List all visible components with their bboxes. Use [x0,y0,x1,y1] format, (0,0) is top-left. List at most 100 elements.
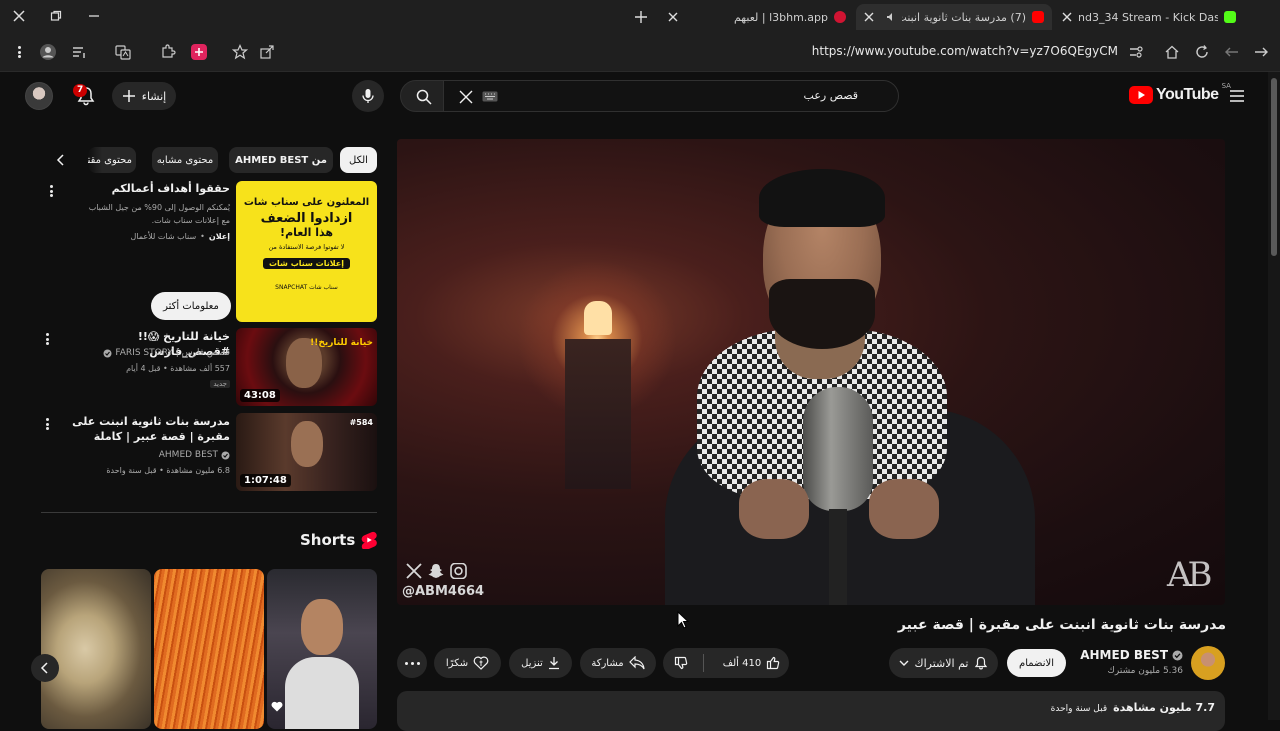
thanks-button[interactable]: شكرًا [434,648,501,678]
description-meta: 7.7 مليون مشاهدة قبل سنة واحدة [1051,701,1215,714]
tab-close-icon[interactable] [864,12,874,22]
tab-title: (7) مدرسة بنات ثانوية انبنت c [902,10,1026,24]
chip-suggested[interactable]: محتوى مقتر [88,147,136,173]
new-tab-icon[interactable] [634,10,648,24]
thumb-overlay-text: #584 [349,418,373,427]
ad-thumb-line5: إعلانات سناب شات [263,258,350,269]
youtube-favicon [1032,11,1044,23]
chip-similar[interactable]: محتوى مشابه [152,147,218,173]
create-label: إنشاء [141,89,167,103]
thumb-face [291,421,323,467]
join-button[interactable]: الانضمام [1007,649,1066,677]
channel-name-row[interactable]: AHMED BEST [1080,648,1183,662]
related-thumbnail-2[interactable]: #584 1:07:48 [236,413,377,491]
ad-badge: إعلان [208,232,230,241]
tab-l3bhm[interactable]: l3bhm.app | لعبهم [662,4,852,30]
chip-all[interactable]: الكل [340,147,377,173]
dislike-icon[interactable] [664,656,698,670]
shorts-icon [361,531,378,549]
scrollbar-thumb[interactable] [1271,78,1277,256]
shorts-scroll-left-button[interactable] [31,654,59,682]
lamp-base [565,339,631,489]
keyboard-icon[interactable] [482,91,498,102]
search-input[interactable]: قصص رعب [443,80,899,112]
verified-icon [103,349,112,358]
thumb-body [285,657,359,729]
share-page-icon[interactable] [259,44,275,60]
chips-scroll-left-icon[interactable] [55,153,67,167]
related-thumbnail-1[interactable]: خيانة للتاريخ!! 43:08 [236,328,377,406]
ad-description: يُمكنكم الوصول إلى 90% من جيل الشباب مع … [88,203,230,225]
tab-youtube-active[interactable]: (7) مدرسة بنات ثانوية انبنت c [856,4,1052,30]
youtube-logo[interactable]: YouTube SA [1129,82,1231,104]
shorts-heading: Shorts [300,531,378,549]
forward-icon[interactable] [1224,44,1240,60]
related-2-title[interactable]: مدرسة بنات ثانوية انبنت على مقبرة | قصة … [65,414,230,444]
lamp [584,301,612,335]
tab-close-icon[interactable] [1062,12,1072,22]
reading-mode-icon[interactable] [71,44,87,60]
url-field[interactable]: https://www.youtube.com/watch?v=yz7O6QEg… [812,44,1118,58]
extensions-icon[interactable] [160,44,176,60]
translate-icon[interactable] [115,44,131,60]
share-button[interactable]: مشاركة [580,648,656,678]
short-thumbnail-1[interactable] [41,569,151,729]
channel-avatar[interactable] [1191,646,1225,680]
video-player[interactable]: @ABM4664 AB [397,139,1225,605]
more-actions-button[interactable] [397,648,427,678]
short-thumbnail-2[interactable] [154,569,264,729]
back-icon[interactable] [1253,44,1269,60]
microphone [803,387,873,511]
tab-close-icon[interactable] [668,12,678,22]
description-box[interactable]: 7.7 مليون مشاهدة قبل سنة واحدة [397,691,1225,731]
search-button[interactable] [400,80,444,112]
subscriber-count: 5.36 مليون مشترك [1107,666,1184,676]
minimize-window-icon[interactable] [88,10,100,22]
chevron-left-icon [40,662,50,674]
short-thumbnail-3[interactable] [267,569,377,729]
search-query: قصص رعب [803,89,858,102]
browser-menu-icon[interactable] [12,44,26,60]
youtube-logo-text: YouTube [1156,86,1219,103]
close-window-icon[interactable] [12,9,26,23]
ad-title[interactable]: حققوا أهداف أعمالكم [70,181,230,196]
download-button[interactable]: تنزيل [509,648,572,678]
like-icon[interactable] [766,656,788,670]
profile-icon[interactable] [39,43,57,61]
bookmark-star-icon[interactable] [232,44,248,60]
thumb-overlay-text: خيانة للتاريخ!! [310,338,373,348]
related-1-channel: قصص فارس | FARIS STORY [103,348,230,358]
related-1-more-icon[interactable] [40,331,54,347]
restore-window-icon[interactable] [50,10,62,22]
ad-thumb-line3: هذا العام! [280,226,333,239]
thumb-face [301,599,343,655]
avatar[interactable] [25,82,53,110]
ad-thumb-line2: ازدادوا الضعف [260,211,353,226]
create-button[interactable]: إنشاء [112,82,176,110]
subscribed-button[interactable]: تم الاشتراك [889,648,998,678]
clear-search-icon[interactable] [458,89,474,105]
chip-from-channel[interactable]: من AHMED BEST [229,147,333,173]
ad-cta-button[interactable]: معلومات أكثر [151,292,231,320]
voice-search-button[interactable] [352,80,384,112]
extension-red-icon[interactable] [190,43,208,61]
audio-playing-icon[interactable] [886,12,896,22]
reload-icon[interactable] [1194,44,1210,60]
channel-name: AHMED BEST [1080,648,1168,662]
social-icons [405,563,467,579]
hamburger-menu-icon[interactable] [1229,88,1245,104]
mouse-cursor-icon [677,611,689,629]
ad-thumbnail[interactable]: المعلنون على سناب شات ازدادوا الضعف هذا … [236,181,377,322]
related-2-more-icon[interactable] [40,416,54,432]
youtube-play-icon [1129,86,1153,104]
site-settings-icon[interactable] [1128,44,1144,60]
bell-icon [974,656,988,670]
related-2-meta: 6.8 مليون مشاهدة • قبل سنة واحدة [106,466,230,475]
ad-more-icon[interactable] [44,183,58,199]
new-badge: جديد [210,380,230,388]
channel-watermark: AB [1167,555,1213,595]
home-icon[interactable] [1164,44,1180,60]
kick-favicon [1224,11,1236,23]
tab-kick-dashboard[interactable]: nd3_34 Stream - Kick Dashboard [1056,4,1246,30]
page-scrollbar[interactable] [1268,72,1280,720]
